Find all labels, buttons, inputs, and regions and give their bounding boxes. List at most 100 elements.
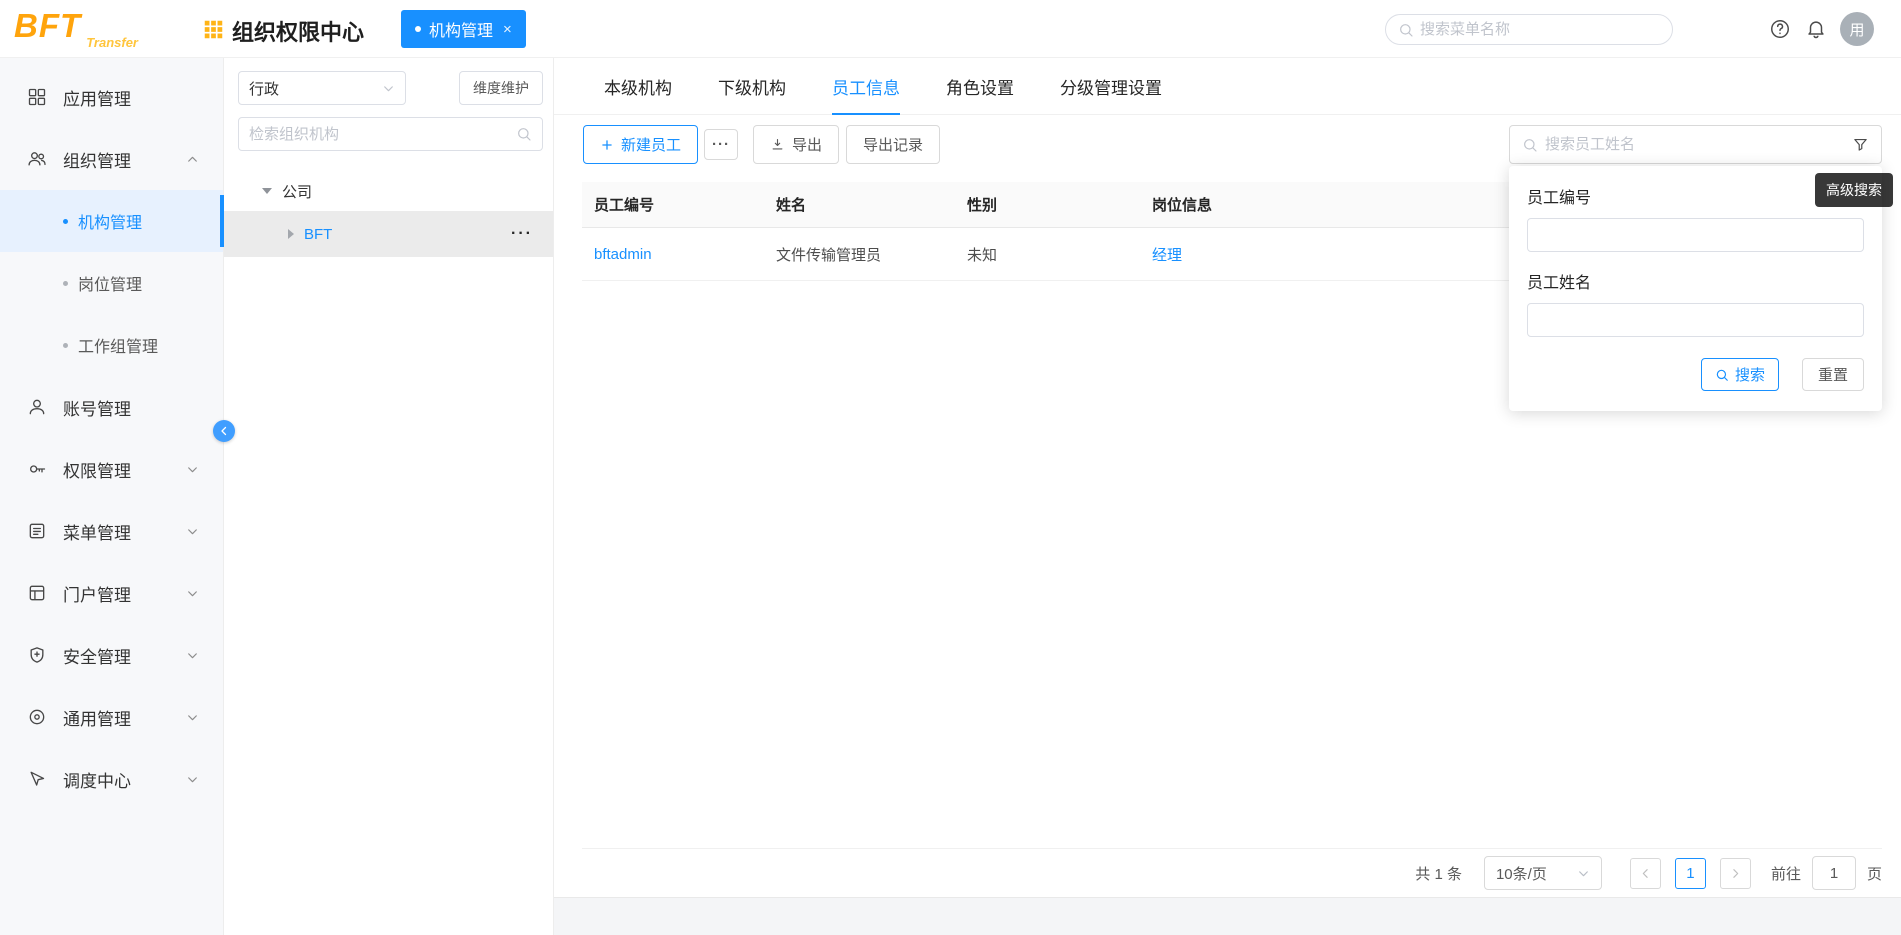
caret-down-icon[interactable] [262,188,272,194]
org-search-input[interactable] [249,126,516,143]
new-employee-button[interactable]: 新建员工 [583,125,698,164]
tab-tier-management[interactable]: 分级管理设置 [1060,58,1162,114]
sidebar-item-position-management[interactable]: 岗位管理 [0,252,223,314]
dimension-select[interactable]: 行政 [238,71,406,105]
sidebar-item-security-management[interactable]: 安全管理 [0,624,223,686]
next-page-button[interactable] [1720,858,1751,889]
sidebar-item-dispatch-center[interactable]: 调度中心 [0,748,223,810]
sidebar-item-workgroup-management[interactable]: 工作组管理 [0,314,223,376]
page-size-select[interactable]: 10条/页 [1484,856,1602,890]
goto-page-input[interactable] [1812,856,1856,890]
sidebar-item-label: 应用管理 [63,85,131,110]
sidebar-item-label: 安全管理 [63,643,131,668]
tree-node-label: BFT [304,226,332,243]
sidebar-item-label: 门户管理 [63,581,131,606]
tree-node-more-button[interactable]: ··· [511,225,533,243]
active-dot-icon [415,26,421,32]
tab-org-management-window[interactable]: 机构管理 × [401,10,526,48]
chevron-down-icon [186,463,199,476]
top-header: BFT Transfer 组织权限中心 机构管理 × 用 [0,0,1901,58]
sidebar-item-menu-management[interactable]: 菜单管理 [0,500,223,562]
sidebar-item-permission-management[interactable]: 权限管理 [0,438,223,500]
tab-sub-org[interactable]: 下级机构 [718,58,786,114]
chevron-left-icon [218,425,230,437]
chevron-down-icon [186,711,199,724]
sidebar-item-common-management[interactable]: 通用管理 [0,686,223,748]
tab-label: 本级机构 [604,74,672,99]
employee-toolbar: 新建员工 ··· 导出 导出记录 [554,125,1901,164]
sidebar-item-label: 权限管理 [63,457,131,482]
tab-label: 机构管理 [429,17,493,41]
tab-employee-info[interactable]: 员工信息 [832,58,900,114]
sidebar-item-portal-management[interactable]: 门户管理 [0,562,223,624]
logo-text: BFT [14,7,81,44]
menu-search-input[interactable] [1420,21,1660,38]
advanced-employee-id-input[interactable] [1527,218,1864,252]
sidebar-item-label: 岗位管理 [78,271,142,295]
chevron-down-icon [1577,867,1590,880]
filter-funnel-icon[interactable] [1852,136,1869,153]
sidebar-item-account-management[interactable]: 账号管理 [0,376,223,438]
sidebar-item-app-management[interactable]: 应用管理 [0,66,223,128]
app-grid-icon [27,87,47,107]
bft-logo[interactable]: BFT Transfer [14,7,144,51]
chevron-down-icon [382,82,395,95]
bullet-dot-icon [63,343,68,348]
avatar-text: 用 [1849,19,1864,40]
page-unit-label: 页 [1867,863,1882,884]
tab-label: 角色设置 [946,74,1014,99]
employee-search-input[interactable] [1545,136,1852,153]
advanced-employee-name-input[interactable] [1527,303,1864,337]
search-icon [516,126,532,142]
export-records-button[interactable]: 导出记录 [846,125,940,164]
bell-icon[interactable] [1804,17,1828,41]
bullet-dot-icon [63,281,68,286]
account-icon [27,397,47,417]
security-shield-icon [27,645,47,665]
caret-right-icon[interactable] [288,229,294,239]
common-icon [27,707,47,727]
pagination-bar: 共 1 条 10条/页 1 前往 页 [582,848,1882,897]
field-label-employee-id: 员工编号 [1527,184,1864,208]
portal-icon [27,583,47,603]
sidebar-item-label: 账号管理 [63,395,131,420]
menu-search-box [1385,14,1673,45]
dimension-maintain-button[interactable]: 维度维护 [459,71,543,105]
tab-label: 分级管理设置 [1060,74,1162,99]
chevron-right-icon [1729,867,1742,880]
sidebar-item-institution-management[interactable]: 机构管理 [0,190,223,252]
employee-search-box [1509,125,1882,164]
bullet-dot-icon [63,219,68,224]
tree-node-company[interactable]: 公司 [224,171,553,211]
download-icon [770,137,785,152]
advanced-search-button[interactable]: 搜索 [1701,358,1779,391]
tab-local-org[interactable]: 本级机构 [604,58,672,114]
plus-icon [600,138,614,152]
org-search-box [238,117,543,151]
advanced-reset-button[interactable]: 重置 [1802,358,1864,391]
help-icon[interactable] [1768,17,1792,41]
search-icon [1398,22,1414,38]
prev-page-button[interactable] [1630,858,1661,889]
tree-node-bft[interactable]: BFT ··· [224,211,553,257]
tab-close-icon[interactable]: × [503,21,512,38]
sidebar-collapse-button[interactable] [213,420,235,442]
main-content: 本级机构 下级机构 员工信息 角色设置 分级管理设置 新建员工 ··· 导出 导… [554,58,1901,898]
logo-subtext: Transfer [86,35,138,50]
export-button[interactable]: 导出 [753,125,839,164]
sidebar-item-org-management[interactable]: 组织管理 [0,128,223,190]
chevron-down-icon [186,587,199,600]
button-label: 搜索 [1735,364,1765,385]
tab-role-settings[interactable]: 角色设置 [946,58,1014,114]
cell-employee-id-link[interactable]: bftadmin [582,246,764,263]
search-icon [1522,137,1538,153]
column-header-employee-id: 员工编号 [582,194,764,215]
sidebar-item-label: 菜单管理 [63,519,131,544]
field-label-employee-name: 员工姓名 [1527,269,1864,293]
user-avatar[interactable]: 用 [1840,12,1874,46]
more-actions-button[interactable]: ··· [704,129,738,160]
button-label: 新建员工 [621,134,681,155]
brand-grid-icon [203,19,224,40]
page-number-button[interactable]: 1 [1675,858,1706,889]
chevron-down-icon [186,525,199,538]
